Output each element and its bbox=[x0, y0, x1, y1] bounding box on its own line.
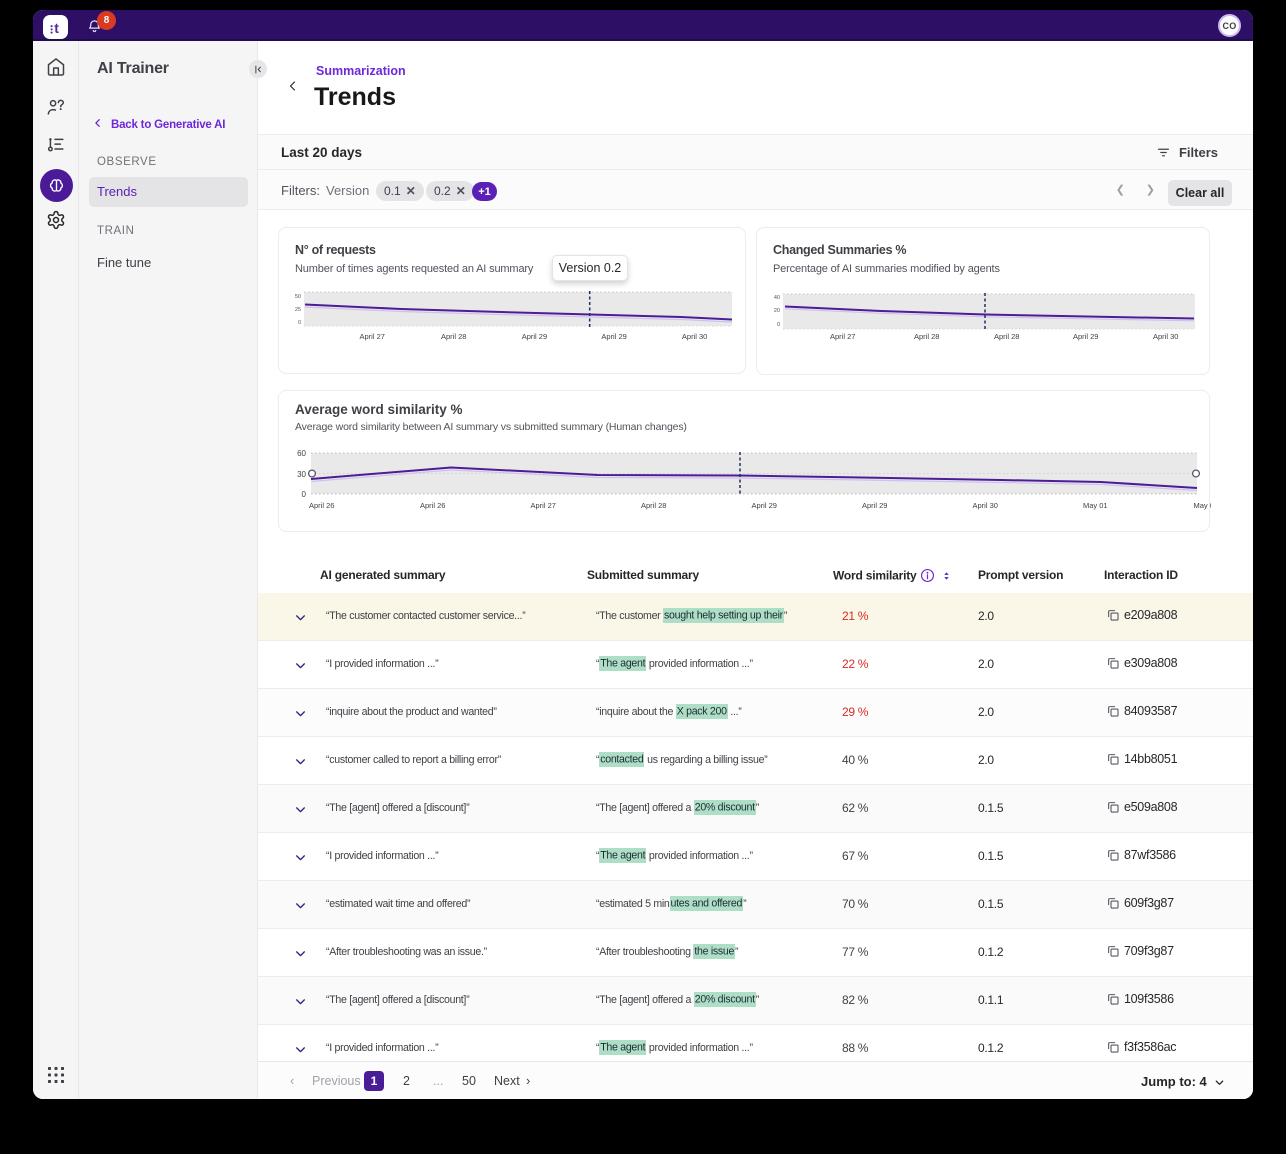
svg-text:April 26: April 26 bbox=[309, 501, 334, 510]
svg-text:April 29: April 29 bbox=[522, 332, 547, 341]
svg-text:April 30: April 30 bbox=[682, 332, 707, 341]
svg-text:0: 0 bbox=[302, 490, 307, 499]
svg-text:20: 20 bbox=[774, 308, 780, 314]
svg-text:April 28: April 28 bbox=[914, 332, 939, 341]
svg-text:60: 60 bbox=[297, 449, 306, 458]
svg-text:t: t bbox=[54, 20, 59, 36]
svg-text:May 01: May 01 bbox=[1083, 501, 1108, 510]
svg-text:50: 50 bbox=[295, 294, 301, 300]
svg-text:April 29: April 29 bbox=[1073, 332, 1098, 341]
svg-text:30: 30 bbox=[297, 470, 306, 479]
svg-text:April 27: April 27 bbox=[360, 332, 385, 341]
svg-text:April 28: April 28 bbox=[994, 332, 1019, 341]
svg-text:40: 40 bbox=[774, 295, 780, 301]
svg-text:April 27: April 27 bbox=[531, 501, 556, 510]
svg-text:April 30: April 30 bbox=[973, 501, 998, 510]
svg-text:0: 0 bbox=[777, 322, 780, 328]
svg-text:25: 25 bbox=[295, 307, 301, 313]
svg-text:April 29: April 29 bbox=[752, 501, 777, 510]
svg-text:May 02: May 02 bbox=[1194, 501, 1212, 510]
svg-text:April 28: April 28 bbox=[441, 332, 466, 341]
svg-text:0: 0 bbox=[298, 320, 301, 326]
svg-text:April 27: April 27 bbox=[830, 332, 855, 341]
svg-text:April 29: April 29 bbox=[601, 332, 626, 341]
svg-text:April 29: April 29 bbox=[862, 501, 887, 510]
svg-text:April 30: April 30 bbox=[1153, 332, 1178, 341]
svg-text:April 26: April 26 bbox=[420, 501, 445, 510]
svg-text:April 28: April 28 bbox=[641, 501, 666, 510]
